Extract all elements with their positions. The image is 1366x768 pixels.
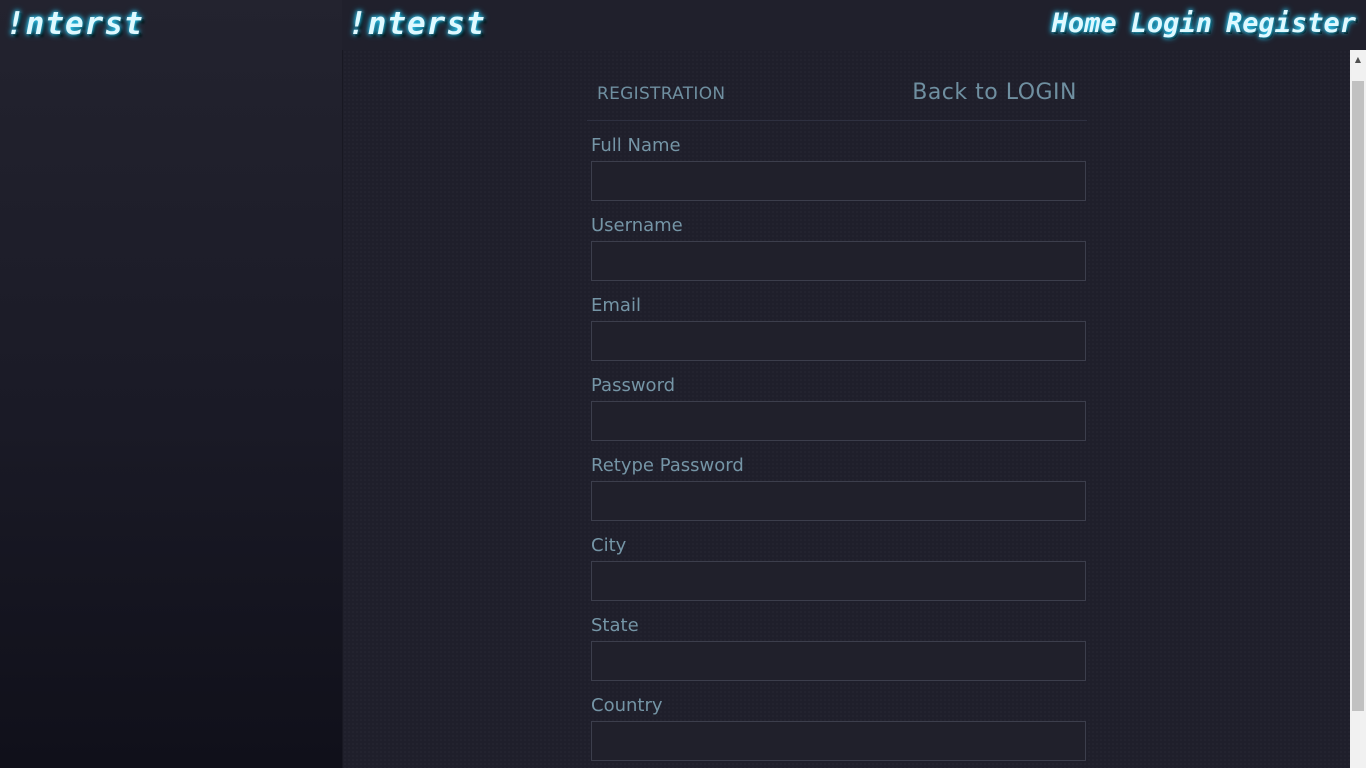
field-country: Country xyxy=(591,681,1086,761)
header-logo[interactable]: !nterst xyxy=(348,4,486,44)
retype-password-label: Retype Password xyxy=(591,455,744,476)
sidebar-logo[interactable]: !nterst xyxy=(6,4,144,44)
field-state: State xyxy=(591,601,1086,681)
registration-form: REGISTRATION Back to LOGIN Full Name Use… xyxy=(587,72,1087,761)
city-input[interactable] xyxy=(591,561,1086,601)
password-input[interactable] xyxy=(591,401,1086,441)
state-input[interactable] xyxy=(591,641,1086,681)
nav-register-link[interactable]: Register xyxy=(1226,4,1356,44)
top-bar: !nterst Home Login Register xyxy=(342,0,1366,50)
email-label: Email xyxy=(591,295,641,316)
sidebar: !nterst xyxy=(0,0,342,768)
vertical-scrollbar[interactable]: ▲ xyxy=(1350,50,1366,768)
scroll-up-arrow-icon[interactable]: ▲ xyxy=(1350,50,1366,68)
country-label: Country xyxy=(591,695,663,716)
field-email: Email xyxy=(591,281,1086,361)
state-label: State xyxy=(591,615,639,636)
email-input[interactable] xyxy=(591,321,1086,361)
field-password: Password xyxy=(591,361,1086,441)
top-nav: Home Login Register xyxy=(1052,4,1356,44)
full-name-input[interactable] xyxy=(591,161,1086,201)
field-city: City xyxy=(591,521,1086,601)
field-username: Username xyxy=(591,201,1086,281)
username-label: Username xyxy=(591,215,683,236)
country-input[interactable] xyxy=(591,721,1086,761)
nav-login-link[interactable]: Login xyxy=(1131,4,1212,44)
main-content: REGISTRATION Back to LOGIN Full Name Use… xyxy=(342,50,1351,768)
scrollbar-thumb[interactable] xyxy=(1352,81,1364,711)
password-label: Password xyxy=(591,375,676,396)
nav-home-link[interactable]: Home xyxy=(1052,4,1117,44)
field-full-name: Full Name xyxy=(591,121,1086,201)
full-name-label: Full Name xyxy=(591,135,681,156)
username-input[interactable] xyxy=(591,241,1086,281)
back-to-login-link[interactable]: Back to LOGIN xyxy=(912,80,1077,105)
form-header: REGISTRATION Back to LOGIN xyxy=(587,72,1087,121)
city-label: City xyxy=(591,535,627,556)
form-title: REGISTRATION xyxy=(597,84,726,104)
field-retype-password: Retype Password xyxy=(591,441,1086,521)
retype-password-input[interactable] xyxy=(591,481,1086,521)
